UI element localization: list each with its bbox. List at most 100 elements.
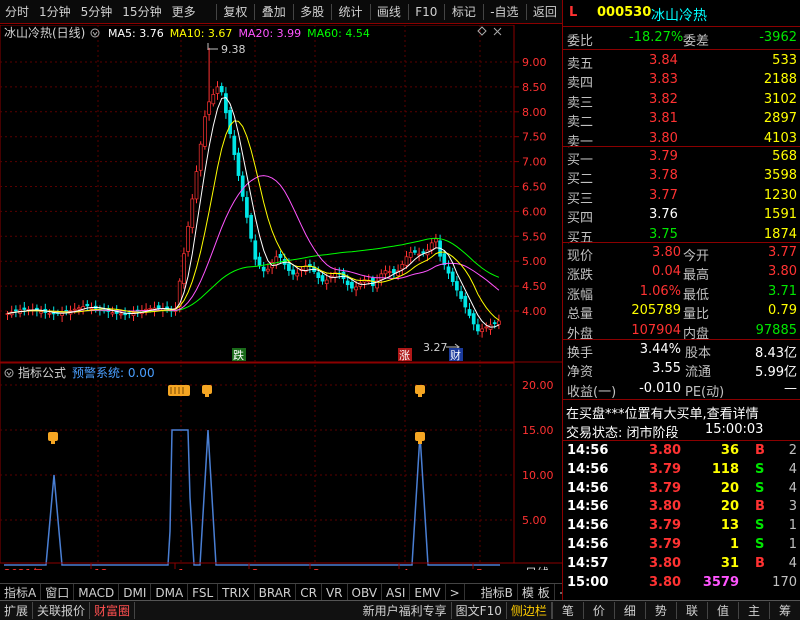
status-left-0[interactable]: 扩展 (0, 602, 34, 619)
indicator-tab-9[interactable]: VR (322, 584, 348, 601)
tick-count: 4 (788, 480, 797, 496)
quote-value: 205789 (631, 303, 681, 319)
bid-volume: 3598 (763, 168, 797, 184)
main-y-axis: 9.00 8.50 8.00 7.50 7.00 6.50 6.00 5.50 5.00 4.50… (514, 56, 547, 318)
indicator-tab-14[interactable]: 指标B (477, 584, 518, 601)
toolbar-right-0[interactable]: 复权 (218, 0, 252, 24)
quote-row: 现价 3.80 今开 3.77 (563, 244, 800, 264)
toolbar-right-8[interactable]: 返回 (528, 0, 562, 24)
ask-volume: 2897 (763, 111, 797, 127)
ask-row: 卖五 3.84 533 (563, 52, 800, 72)
ma5-line (7, 97, 500, 328)
indicator-tab-10[interactable]: OBV (348, 584, 383, 601)
indicator-tabs: 指标A 窗口 MACD DMI DMA FSL TRIX BRAR CR VR OBV ASI EMV >… (0, 583, 595, 601)
indicator-tab-3[interactable]: DMI (119, 584, 152, 601)
bid-volume: 1591 (763, 207, 797, 223)
candle-body (51, 312, 56, 315)
toolbar-right-6[interactable]: 标记 (447, 0, 481, 24)
toolbar-right-1[interactable]: 叠加 (257, 0, 291, 24)
toolbar-0[interactable]: 分时 (0, 0, 34, 24)
toolbar-right-3[interactable]: 统计 (333, 0, 367, 24)
finance-label: 净资 (567, 365, 594, 381)
ask-label: 卖二 (567, 115, 594, 131)
x-axis: 2021年1212345 (4, 563, 483, 570)
indicator-tab-2[interactable]: MACD (74, 584, 120, 601)
chart-close-icon[interactable] (493, 27, 502, 36)
status-left-2[interactable]: 财富圈 (90, 602, 136, 619)
toolbar-right-7[interactable]: -自选 (485, 0, 523, 24)
tick-count: 170 (772, 574, 797, 590)
indicator-tab-5[interactable]: FSL (188, 584, 219, 601)
toolbar-4[interactable]: 更多 (167, 0, 201, 24)
status-right-5[interactable]: 值 (706, 602, 738, 619)
indicator-tab-13[interactable]: > (446, 584, 465, 601)
status-left-1[interactable]: 关联报价 (33, 602, 91, 619)
status-mid-0[interactable]: 新用户福利专享 (359, 602, 452, 619)
chart-settings-icon[interactable] (90, 28, 100, 38)
candle-body (345, 280, 350, 286)
toolbar-3[interactable]: 15分钟 (117, 0, 166, 24)
candle-body (22, 307, 27, 310)
ma-legend-item: MA10: 3.67 (170, 27, 233, 40)
status-right-1[interactable]: 价 (582, 602, 614, 619)
status-right-4[interactable]: 联 (675, 602, 707, 619)
finance-value: 3.55 (652, 361, 681, 377)
bid-price: 3.75 (649, 226, 678, 242)
status-mid-2[interactable]: 侧边栏 (507, 602, 552, 619)
indicator-tab-8[interactable]: CR (296, 584, 322, 601)
tick-price: 3.80 (649, 443, 682, 458)
toolbar-1[interactable]: 1分钟 (34, 0, 76, 24)
candle-body (198, 143, 203, 171)
weicha-value: -3962 (759, 30, 797, 45)
candle-body (446, 266, 451, 274)
main-y-tick: 4.00 (522, 305, 547, 318)
indicator-tab-12[interactable]: EMV (410, 584, 446, 601)
ma60-line (7, 237, 500, 314)
candle-body (350, 281, 354, 289)
candle-body (291, 269, 295, 275)
indicator-tab-0[interactable]: 指标A (0, 584, 42, 601)
stock-name: 冰山冷热 (651, 8, 707, 24)
chart-expand-icon[interactable] (477, 26, 487, 36)
ask-price: 3.81 (649, 111, 678, 127)
toolbar-right-2[interactable]: 多股 (295, 0, 329, 24)
main-y-tick: 5.50 (522, 230, 547, 243)
tick-time: 14:56 (567, 480, 609, 496)
candle-body (266, 268, 270, 272)
candle-body (492, 322, 497, 324)
period-label[interactable]: 日线 (525, 566, 549, 570)
indicator-tab-1[interactable]: 窗口 (41, 584, 75, 601)
candle-body (434, 238, 438, 243)
toolbar-right-4[interactable]: 画线 (372, 0, 406, 24)
candle-body (400, 264, 405, 270)
indicator-settings-icon[interactable] (4, 368, 14, 378)
status-right-0[interactable]: 笔 (551, 602, 583, 619)
kline-chart-area[interactable]: 9.00 8.50 8.00 7.50 7.00 6.50 6.00 5.50 5.00 4.50… (0, 25, 562, 570)
indicator-tab-7[interactable]: BRAR (255, 584, 297, 601)
quote-value: 97885 (755, 322, 797, 338)
candle-body (224, 93, 228, 114)
tick-price: 3.79 (649, 518, 682, 534)
low-price-label: 3.27 (423, 341, 448, 354)
indicator-tab-6[interactable]: TRIX (218, 584, 255, 601)
candlesticks (5, 47, 501, 338)
tick-volume: 20 (720, 499, 739, 515)
indicator-tab-4[interactable]: DMA (151, 584, 189, 601)
notice-row[interactable]: 在买盘***位置有大买单,查看详情 (563, 402, 800, 422)
candle-body (413, 250, 417, 253)
quote-label: 量比 (683, 307, 710, 323)
status-mid-1[interactable]: 图文F10 (452, 602, 507, 619)
indicator-tab-15[interactable]: 模 板 (518, 584, 555, 601)
panel-divider (563, 399, 800, 400)
status-right-2[interactable]: 细 (613, 602, 645, 619)
trade-state-label: 交易状态: 闭市阶段 (566, 426, 679, 441)
toolbar-2[interactable]: 5分钟 (76, 0, 118, 24)
toolbar-right-5[interactable]: F10 (410, 0, 442, 24)
finance-row: 换手 3.44% 股本 8.43亿 (563, 341, 800, 361)
status-right-7[interactable]: 筹 (768, 602, 800, 619)
indicator-tab-11[interactable]: ASI (382, 584, 411, 601)
status-right-6[interactable]: 主 (737, 602, 769, 619)
candle-body (497, 320, 501, 325)
status-right-3[interactable]: 势 (644, 602, 676, 619)
ask-row: 卖三 3.82 3102 (563, 91, 800, 111)
